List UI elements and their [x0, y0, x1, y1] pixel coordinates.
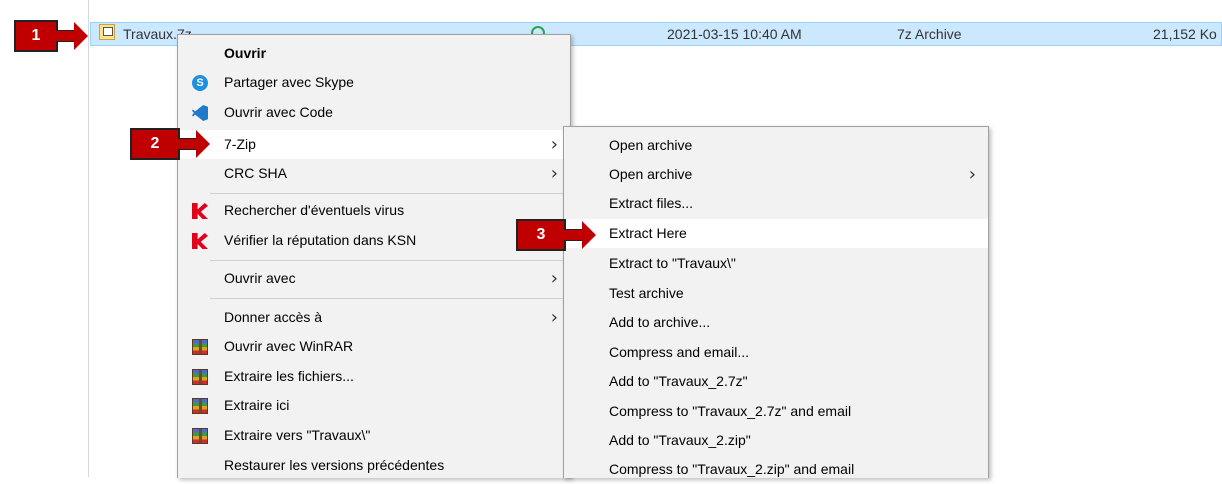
menu-item-label: Compress to "Travaux_2.zip" and email: [609, 461, 855, 477]
menu-separator: [210, 298, 568, 299]
menu-item-label: Open archive: [609, 137, 693, 153]
winrar-icon: [192, 369, 208, 385]
menu-item-open-with[interactable]: Ouvrir avec ›: [178, 264, 570, 293]
menu-item-label: Restaurer les versions précédentes: [224, 457, 445, 473]
file-size: 21,152 Ko: [1153, 26, 1217, 42]
submenu-item-open-archive-more[interactable]: Open archive ›: [564, 160, 988, 189]
menu-item-label: Vérifier la réputation dans KSN: [224, 232, 417, 248]
submenu-item-extract-here[interactable]: Extract Here: [564, 219, 988, 248]
callout-step-2: 2: [130, 128, 180, 160]
winrar-icon: [192, 428, 208, 444]
submenu-item-open-archive[interactable]: Open archive: [564, 131, 988, 160]
menu-item-label: Rechercher d'éventuels virus: [224, 202, 405, 218]
arrow-right-icon: [582, 221, 596, 249]
menu-item-extract-to-folder[interactable]: Extraire vers "Travaux\": [178, 421, 570, 450]
winrar-icon: [192, 398, 208, 414]
menu-item-label: Ouvrir avec: [224, 270, 296, 286]
context-menu: Ouvrir S Partager avec Skype Ouvrir avec…: [177, 34, 571, 478]
callout-step-3: 3: [516, 219, 566, 251]
menu-item-open-code[interactable]: Ouvrir avec Code: [178, 98, 570, 127]
menu-item-label: CRC SHA: [224, 165, 288, 181]
menu-separator: [210, 193, 568, 194]
menu-item-ksn-reputation[interactable]: Vérifier la réputation dans KSN: [178, 226, 570, 255]
callout-arrow-shaft: [56, 30, 76, 42]
submenu-item-compress-7z-email[interactable]: Compress to "Travaux_2.7z" and email: [564, 397, 988, 426]
arrow-right-icon: [196, 130, 210, 158]
callout-arrow-shaft: [178, 138, 198, 150]
menu-item-share-skype[interactable]: S Partager avec Skype: [178, 68, 570, 97]
arrow-right-icon: [74, 22, 88, 50]
menu-item-restore-versions[interactable]: Restaurer les versions précédentes: [178, 451, 570, 480]
menu-item-label: Extract files...: [609, 195, 694, 211]
menu-item-extract-files[interactable]: Extraire les fichiers...: [178, 362, 570, 391]
chevron-right-icon: ›: [550, 268, 558, 289]
menu-item-open[interactable]: Ouvrir: [178, 39, 570, 68]
submenu-item-test-archive[interactable]: Test archive: [564, 279, 988, 308]
menu-item-label: Partager avec Skype: [224, 74, 354, 90]
callout-step-1: 1: [14, 20, 58, 52]
menu-item-label: Donner accès à: [224, 309, 323, 325]
menu-item-crc-sha[interactable]: CRC SHA ›: [178, 159, 570, 188]
chevron-right-icon: ›: [550, 307, 558, 328]
menu-item-label: Add to "Travaux_2.zip": [609, 432, 751, 448]
menu-item-label: Extract to "Travaux\": [609, 255, 736, 271]
submenu-7zip: Open archive Open archive › Extract file…: [563, 126, 989, 478]
menu-item-open-winrar[interactable]: Ouvrir avec WinRAR: [178, 332, 570, 361]
menu-item-label: Extraire ici: [224, 397, 290, 413]
menu-item-label: Extract Here: [609, 225, 687, 241]
submenu-item-add-zip[interactable]: Add to "Travaux_2.zip": [564, 426, 988, 455]
menu-separator: [210, 260, 568, 261]
menu-item-label: Compress to "Travaux_2.7z" and email: [609, 403, 852, 419]
menu-item-label: Extraire les fichiers...: [224, 368, 354, 384]
menu-item-extract-here-winrar[interactable]: Extraire ici: [178, 391, 570, 420]
submenu-item-add-7z[interactable]: Add to "Travaux_2.7z": [564, 367, 988, 396]
file-type: 7z Archive: [897, 26, 962, 42]
menu-item-label: Ouvrir: [224, 45, 267, 61]
menu-item-label: Open archive: [609, 166, 693, 182]
archive-file-icon: [99, 24, 115, 40]
submenu-item-compress-email[interactable]: Compress and email...: [564, 338, 988, 367]
menu-item-label: Compress and email...: [609, 344, 750, 360]
submenu-item-extract-to-folder[interactable]: Extract to "Travaux\": [564, 249, 988, 278]
skype-icon: S: [192, 75, 208, 91]
winrar-icon: [192, 339, 208, 355]
submenu-item-compress-zip-email[interactable]: Compress to "Travaux_2.zip" and email: [564, 455, 988, 484]
submenu-item-add-to-archive[interactable]: Add to archive...: [564, 308, 988, 337]
vscode-icon: [192, 105, 208, 121]
callout-arrow-shaft: [564, 229, 584, 241]
menu-item-label: Ouvrir avec Code: [224, 104, 333, 120]
submenu-item-extract-files[interactable]: Extract files...: [564, 189, 988, 218]
file-date: 2021-03-15 10:40 AM: [667, 26, 802, 42]
menu-item-label: Add to "Travaux_2.7z": [609, 373, 748, 389]
chevron-right-icon: ›: [550, 134, 558, 155]
chevron-right-icon: ›: [550, 163, 558, 184]
menu-item-label: Add to archive...: [609, 314, 711, 330]
chevron-right-icon: ›: [968, 164, 976, 185]
menu-item-label: Ouvrir avec WinRAR: [224, 338, 354, 354]
kaspersky-icon: [192, 203, 208, 219]
kaspersky-icon: [192, 233, 208, 249]
menu-item-give-access[interactable]: Donner accès à ›: [178, 303, 570, 332]
menu-item-label: Extraire vers "Travaux\": [224, 427, 371, 443]
menu-item-label: 7-Zip: [224, 136, 256, 152]
menu-item-label: Test archive: [609, 285, 684, 301]
menu-item-7zip[interactable]: 7-Zip ›: [178, 130, 570, 159]
menu-item-scan-virus[interactable]: Rechercher d'éventuels virus: [178, 196, 570, 225]
